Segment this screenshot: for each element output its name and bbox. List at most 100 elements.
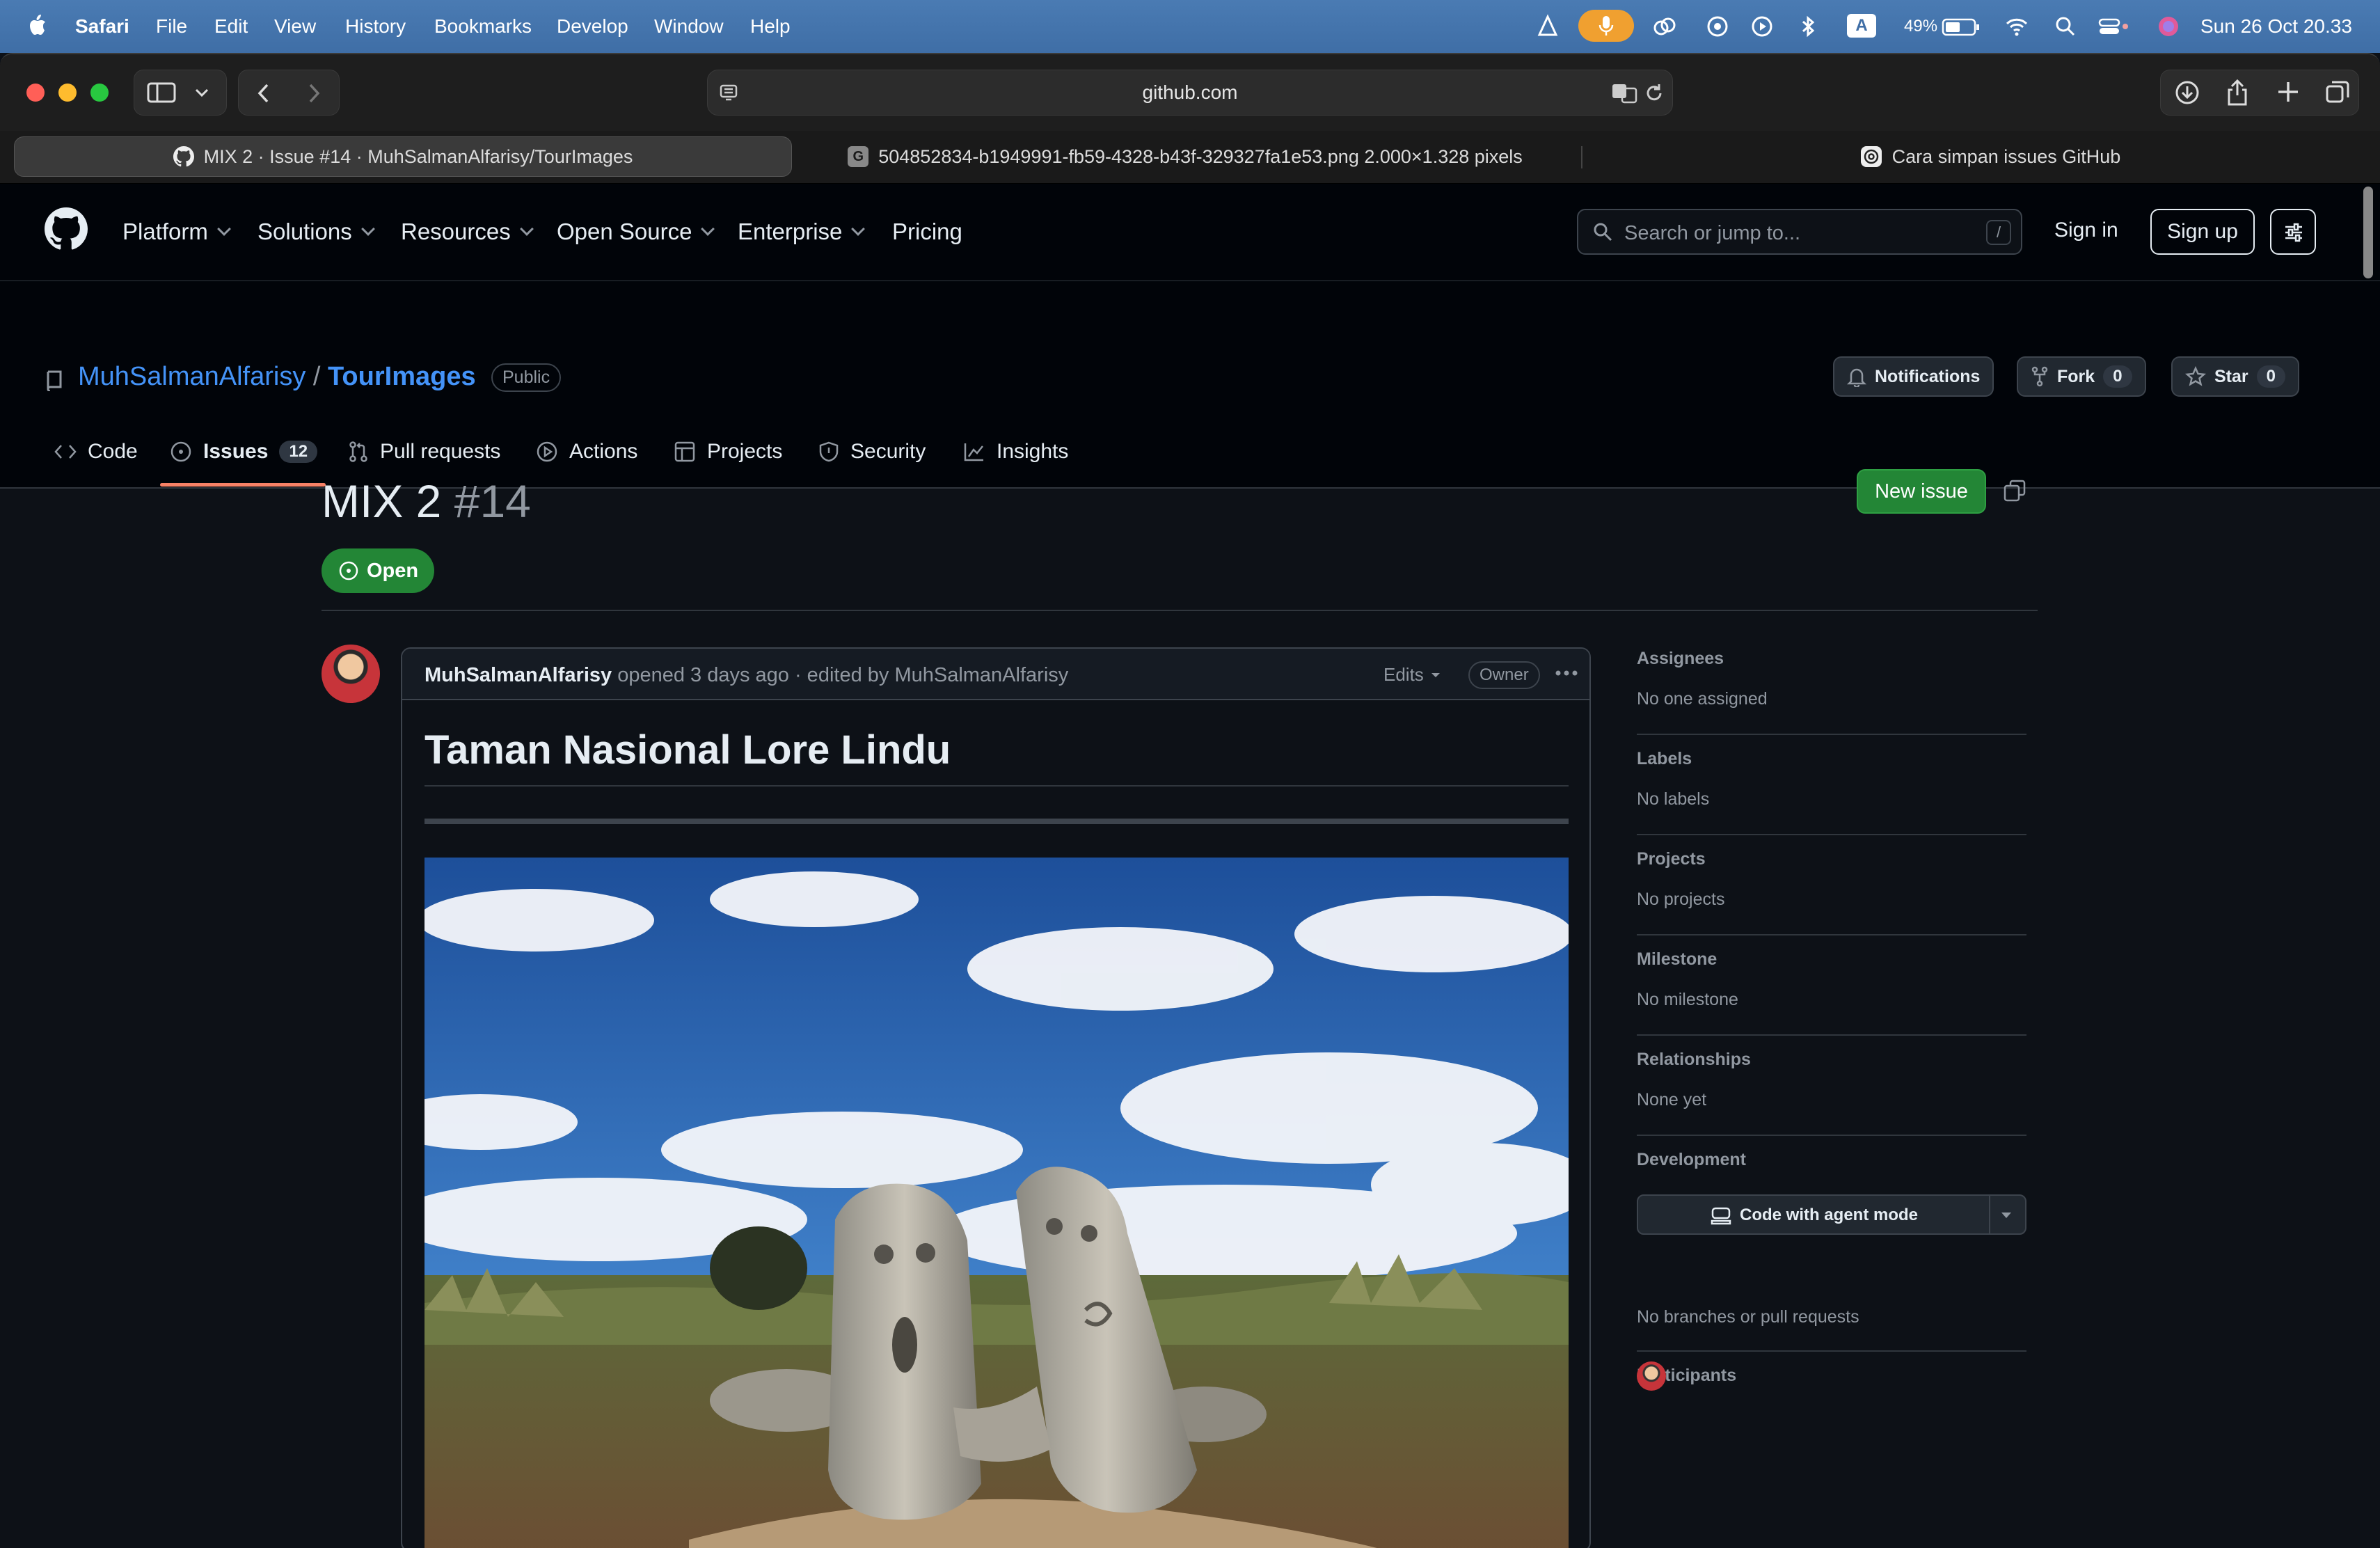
sign-up-button[interactable]: Sign up <box>2150 209 2255 255</box>
vpn-icon[interactable] <box>1705 14 1730 39</box>
github-logo-icon[interactable] <box>45 207 88 251</box>
apple-icon[interactable] <box>26 13 47 38</box>
repo-owner-link[interactable]: MuhSalmanAlfarisy <box>78 362 306 391</box>
tab-security[interactable]: Security <box>818 440 926 464</box>
tab-github-issue[interactable]: MIX 2 · Issue #14 · MuhSalmanAlfarisy/To… <box>14 136 792 177</box>
microphone-indicator[interactable] <box>1578 10 1634 42</box>
sidebar-development-value: No branches or pull requests <box>1637 1307 1859 1327</box>
menu-view[interactable]: View <box>274 15 316 38</box>
repo-name-link[interactable]: TourImages <box>328 362 476 391</box>
search-input[interactable]: Search or jump to... / <box>1577 209 2022 255</box>
sidebar-milestone-heading[interactable]: Milestone <box>1637 949 1717 970</box>
tab-actions[interactable]: Actions <box>536 440 637 464</box>
issue-photo[interactable] <box>425 858 1569 1548</box>
tab-code[interactable]: Code <box>54 440 138 464</box>
tab-png-image[interactable]: G 504852834-b1949991-fb59-4328-b43f-3293… <box>807 136 1563 177</box>
toolbar-actions <box>2160 70 2359 116</box>
new-tab-icon[interactable] <box>2276 80 2300 104</box>
sidebar-toggle-button[interactable] <box>134 70 227 116</box>
sidebar-relationships-heading[interactable]: Relationships <box>1637 1050 1751 1070</box>
menu-file[interactable]: File <box>156 15 187 38</box>
tab-insights[interactable]: Insights <box>963 440 1068 464</box>
wifi-icon[interactable] <box>2004 14 2029 39</box>
agent-button-label: Code with agent mode <box>1739 1206 1918 1224</box>
nav-solutions[interactable]: Solutions <box>257 219 375 245</box>
copy-link-icon[interactable] <box>2003 479 2026 503</box>
spotlight-search-icon[interactable] <box>2053 14 2078 39</box>
control-center-icon[interactable] <box>2097 14 2129 39</box>
sidebar-projects-heading[interactable]: Projects <box>1637 849 1706 869</box>
input-source-indicator[interactable]: A <box>1847 14 1876 38</box>
back-forward-buttons[interactable] <box>238 70 340 116</box>
menu-help[interactable]: Help <box>750 15 791 38</box>
battery-icon[interactable] <box>1942 14 1981 39</box>
breadcrumb-separator: / <box>312 362 321 391</box>
fork-button[interactable]: Fork 0 <box>2017 356 2146 397</box>
sidebar-divider <box>1637 1034 2026 1036</box>
tab-issues[interactable]: Issues 12 <box>170 440 318 464</box>
address-bar[interactable]: github.com <box>707 70 1673 116</box>
forward-arrow-icon[interactable] <box>306 83 322 104</box>
comment-meta-text: opened 3 days ago · edited by MuhSalmanA… <box>617 664 1069 686</box>
nav-pricing[interactable]: Pricing <box>892 219 962 245</box>
upload-tray-icon[interactable] <box>1535 14 1560 39</box>
share-icon[interactable] <box>2226 79 2248 106</box>
sidebar-labels-heading[interactable]: Labels <box>1637 749 1692 769</box>
sliders-icon <box>2285 223 2302 242</box>
tab-label: Issues <box>203 440 269 463</box>
comment-author-link[interactable]: MuhSalmanAlfarisy <box>425 664 612 686</box>
tab-chatgpt[interactable]: Cara simpan issues GitHub <box>1601 136 2380 177</box>
nav-label: Pricing <box>892 219 962 244</box>
downloads-icon[interactable] <box>2175 80 2200 105</box>
sign-in-link[interactable]: Sign in <box>2054 219 2118 242</box>
browser-toolbar: github.com <box>0 54 2380 131</box>
edits-dropdown[interactable]: Edits <box>1383 664 1441 686</box>
sidebar-assignees-heading[interactable]: Assignees <box>1637 649 1724 669</box>
siri-icon[interactable] <box>2156 14 2181 39</box>
menu-edit[interactable]: Edit <box>214 15 248 38</box>
tab-label: Projects <box>707 440 783 463</box>
translate-icon[interactable] <box>1611 81 1639 105</box>
sidebar-divider <box>1637 1135 2026 1136</box>
appearance-settings-button[interactable] <box>2270 209 2316 255</box>
menu-bookmarks[interactable]: Bookmarks <box>434 15 532 38</box>
bluetooth-icon[interactable] <box>1795 14 1820 39</box>
creative-cloud-icon[interactable] <box>1652 14 1677 39</box>
minimize-window-button[interactable] <box>58 84 77 102</box>
url-text[interactable]: github.com <box>708 81 1672 104</box>
play-circle-icon[interactable] <box>1750 14 1775 39</box>
tab-overview-icon[interactable] <box>2325 80 2350 105</box>
sidebar-development-heading[interactable]: Development <box>1637 1150 1746 1170</box>
notifications-button[interactable]: Notifications <box>1833 356 1994 397</box>
nav-open-source[interactable]: Open Source <box>557 219 715 245</box>
app-menu-safari[interactable]: Safari <box>75 15 129 38</box>
zoom-window-button[interactable] <box>90 84 109 102</box>
nav-resources[interactable]: Resources <box>401 219 534 245</box>
nav-label: Platform <box>122 219 208 244</box>
page-scrollbar-thumb[interactable] <box>2363 187 2373 278</box>
new-issue-button[interactable]: New issue <box>1857 469 1986 514</box>
kebab-horizontal-icon[interactable] <box>1555 670 1578 677</box>
tab-pull-requests[interactable]: Pull requests <box>348 440 500 464</box>
code-with-agent-button[interactable]: Code with agent mode <box>1637 1194 2026 1235</box>
triangle-down-icon <box>1431 672 1440 677</box>
menu-history[interactable]: History <box>345 15 406 38</box>
menu-develop[interactable]: Develop <box>557 15 628 38</box>
author-avatar[interactable] <box>322 645 380 703</box>
reload-icon[interactable] <box>1644 83 1664 104</box>
browser-window: github.com MIX 2 · Issue #14 · MuhSalman… <box>0 53 2380 1548</box>
menu-window[interactable]: Window <box>654 15 724 38</box>
star-button[interactable]: Star 0 <box>2171 356 2299 397</box>
nav-label: Resources <box>401 219 511 244</box>
tab-projects[interactable]: Projects <box>674 440 782 464</box>
menubar-clock[interactable]: Sun 26 Oct 20.33 <box>2200 15 2352 38</box>
owner-role-badge: Owner <box>1468 661 1540 689</box>
repo-icon <box>47 370 62 391</box>
triangle-down-icon[interactable] <box>2000 1211 2013 1219</box>
close-window-button[interactable] <box>26 84 45 102</box>
back-arrow-icon[interactable] <box>255 83 272 104</box>
nav-platform[interactable]: Platform <box>122 219 231 245</box>
participant-avatar[interactable] <box>1637 1361 1666 1391</box>
issue-body-comment: MuhSalmanAlfarisy opened 3 days ago · ed… <box>401 647 1591 1548</box>
nav-enterprise[interactable]: Enterprise <box>738 219 866 245</box>
